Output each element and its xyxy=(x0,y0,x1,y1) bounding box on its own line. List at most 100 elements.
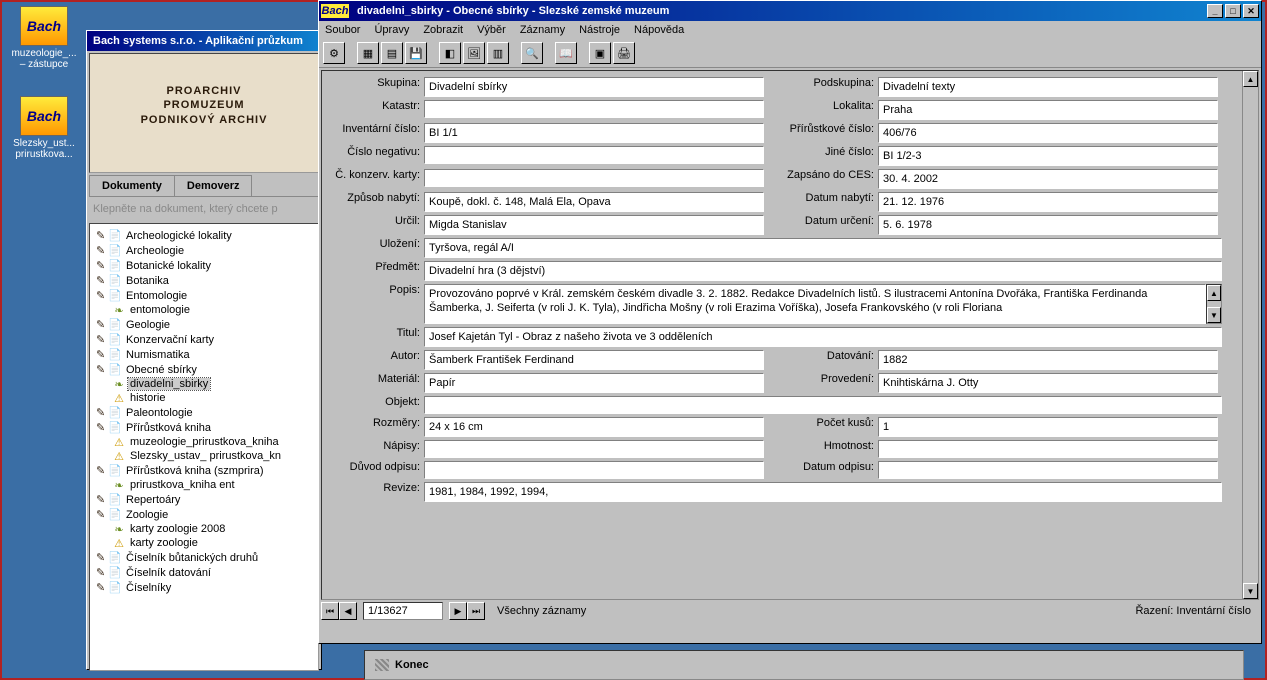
tree-item[interactable]: ✎📄Konzervační karty xyxy=(90,332,318,347)
tree-item[interactable]: ✎📄Botanika xyxy=(90,273,318,288)
tree-item[interactable]: ✎📄Repertoáry xyxy=(90,492,318,507)
tree-item[interactable]: ✎📄Číselník bůtanických druhů xyxy=(90,550,318,565)
record-position[interactable]: 1/13627 xyxy=(363,602,443,620)
field-material[interactable]: Papír xyxy=(424,373,764,393)
field-label: Katastr: xyxy=(322,100,424,112)
field-revize[interactable]: 1981, 1984, 1992, 1994, xyxy=(424,482,1222,502)
field-neg[interactable] xyxy=(424,146,764,164)
menu-zaznamy[interactable]: Záznamy xyxy=(520,24,565,36)
toolbar-button[interactable]: ⚙ xyxy=(323,42,345,64)
field-ces[interactable]: 30. 4. 2002 xyxy=(878,169,1218,189)
field-nabyti[interactable]: 21. 12. 1976 xyxy=(878,192,1218,212)
minimize-button[interactable]: _ xyxy=(1207,4,1223,18)
scroll-up-icon[interactable]: ▲ xyxy=(1243,71,1258,87)
tree-item[interactable]: ✎📄Paleontologie xyxy=(90,405,318,420)
tree-label: Paleontologie xyxy=(124,407,195,419)
field-katastr[interactable] xyxy=(424,100,764,118)
toolbar-button[interactable]: ▣ xyxy=(589,42,611,64)
tree-item[interactable]: ❧karty zoologie 2008 xyxy=(90,522,318,536)
menu-vyber[interactable]: Výběr xyxy=(477,24,506,36)
tree-item[interactable]: ⚠muzeologie_prirustkova_kniha xyxy=(90,435,318,449)
menu-soubor[interactable]: Soubor xyxy=(325,24,360,36)
field-lokalita[interactable]: Praha xyxy=(878,100,1218,120)
tab-dokumenty[interactable]: Dokumenty xyxy=(89,175,175,196)
field-urceni[interactable]: 5. 6. 1978 xyxy=(878,215,1218,235)
field-datumodp[interactable] xyxy=(878,461,1218,479)
field-objekt[interactable] xyxy=(424,396,1222,414)
field-inv[interactable]: BI 1/1 xyxy=(424,123,764,143)
field-podskupina[interactable]: Divadelní texty xyxy=(878,77,1218,97)
tree-item[interactable]: ✎📄Zoologie xyxy=(90,507,318,522)
field-urcil[interactable]: Migda Stanislav xyxy=(424,215,764,235)
field-duvodr[interactable] xyxy=(424,461,764,479)
tree-item[interactable]: ✎📄Botanické lokality xyxy=(90,258,318,273)
field-zpusob[interactable]: Koupě, dokl. č. 148, Malá Ela, Opava xyxy=(424,192,764,212)
field-provedeni[interactable]: Knihtiskárna J. Otty xyxy=(878,373,1218,393)
tree-item[interactable]: ✎📄Archeologické lokality xyxy=(90,228,318,243)
image-icon[interactable]: 🖼 xyxy=(463,42,485,64)
tree-view[interactable]: ✎📄Archeologické lokality✎📄Archeologie✎📄B… xyxy=(89,223,319,671)
menu-zobrazit[interactable]: Zobrazit xyxy=(423,24,463,36)
book-icon[interactable]: 📖 xyxy=(555,42,577,64)
field-skupina[interactable]: Divadelní sbírky xyxy=(424,77,764,97)
field-datovani[interactable]: 1882 xyxy=(878,350,1218,370)
field-napisy[interactable] xyxy=(424,440,764,458)
tree-item[interactable]: ⚠karty zoologie xyxy=(90,536,318,550)
field-ulozeni[interactable]: Tyršova, regál A/I xyxy=(424,238,1222,258)
field-hmotnost[interactable] xyxy=(878,440,1218,458)
tab-demoverz[interactable]: Demoverz xyxy=(175,175,253,196)
close-button[interactable]: ✕ xyxy=(1243,4,1259,18)
toolbar-button[interactable]: ▤ xyxy=(381,42,403,64)
field-predmet[interactable]: Divadelní hra (3 dějství) xyxy=(424,261,1222,281)
textarea-scrollbar[interactable]: ▲▼ xyxy=(1206,284,1222,324)
field-jine[interactable]: BI 1/2-3 xyxy=(878,146,1218,166)
field-autor[interactable]: Šamberk František Ferdinand xyxy=(424,350,764,370)
field-rozmery[interactable]: 24 x 16 cm xyxy=(424,417,764,437)
search-icon[interactable]: 🔍 xyxy=(521,42,543,64)
desktop-icon[interactable]: Bach muzeologie_... – zástupce xyxy=(8,6,80,70)
tree-item[interactable]: ✎📄Archeologie xyxy=(90,243,318,258)
tree-item[interactable]: ⚠historie xyxy=(90,391,318,405)
titlebar[interactable]: Bach divadelni_sbirky - Obecné sbírky - … xyxy=(319,1,1261,21)
field-prirust[interactable]: 406/76 xyxy=(878,123,1218,143)
tree-item[interactable]: ❧prirustkova_kniha ent xyxy=(90,478,318,492)
tree-item[interactable]: ✎📄Geologie xyxy=(90,317,318,332)
first-record-button[interactable]: ⏮ xyxy=(321,602,339,620)
maximize-button[interactable]: □ xyxy=(1225,4,1241,18)
leaf-icon: ❧ xyxy=(112,304,126,316)
toolbar-button[interactable]: ▥ xyxy=(487,42,509,64)
tree-item[interactable]: ✎📄Přírůstková kniha (szmprira) xyxy=(90,463,318,478)
menu-nastroje[interactable]: Nástroje xyxy=(579,24,620,36)
tree-item[interactable]: ✎📄Numismatika xyxy=(90,347,318,362)
save-icon[interactable]: 💾 xyxy=(405,42,427,64)
tree-item[interactable]: ✎📄Přírůstková kniha xyxy=(90,420,318,435)
toolbar-button[interactable]: ▦ xyxy=(357,42,379,64)
titlebar[interactable]: Bach systems s.r.o. - Aplikační průzkum xyxy=(87,31,321,51)
eraser-icon[interactable]: ◧ xyxy=(439,42,461,64)
tree-item[interactable]: ✎📄Obecné sbírky xyxy=(90,362,318,377)
tree-item[interactable]: ✎📄Číselníky xyxy=(90,580,318,595)
last-record-button[interactable]: ⏭ xyxy=(467,602,485,620)
field-pocet[interactable]: 1 xyxy=(878,417,1218,437)
desktop-icon[interactable]: Bach Slezsky_ust... prirustkova... xyxy=(8,96,80,160)
menu-napoveda[interactable]: Nápověda xyxy=(634,24,684,36)
konec-button[interactable]: Konec xyxy=(364,650,1244,680)
field-label: Lokalita: xyxy=(778,100,878,112)
tree-label: muzeologie_prirustkova_kniha xyxy=(128,436,281,448)
document-icon: 📄 xyxy=(108,567,122,579)
tree-item[interactable]: ⚠Slezsky_ustav_ prirustkova_kn xyxy=(90,449,318,463)
tree-item[interactable]: ✎📄Číselník datování xyxy=(90,565,318,580)
tree-item[interactable]: ✎📄Entomologie xyxy=(90,288,318,303)
field-konzerv[interactable] xyxy=(424,169,764,187)
scroll-down-icon[interactable]: ▼ xyxy=(1243,583,1258,599)
field-popis[interactable]: Provozováno poprvé v Král. zemském české… xyxy=(424,284,1206,324)
vertical-scrollbar[interactable]: ▲ ▼ xyxy=(1242,71,1258,599)
tree-item[interactable]: ❧entomologie xyxy=(90,303,318,317)
menu-upravy[interactable]: Úpravy xyxy=(374,24,409,36)
tree-item[interactable]: ❧divadelni_sbirky xyxy=(90,377,318,391)
next-record-button[interactable]: ▶ xyxy=(449,602,467,620)
field-label: Jiné číslo: xyxy=(778,146,878,158)
print-icon[interactable]: 🖨 xyxy=(613,42,635,64)
prev-record-button[interactable]: ◀ xyxy=(339,602,357,620)
field-titul[interactable]: Josef Kajetán Tyl - Obraz z našeho život… xyxy=(424,327,1222,347)
